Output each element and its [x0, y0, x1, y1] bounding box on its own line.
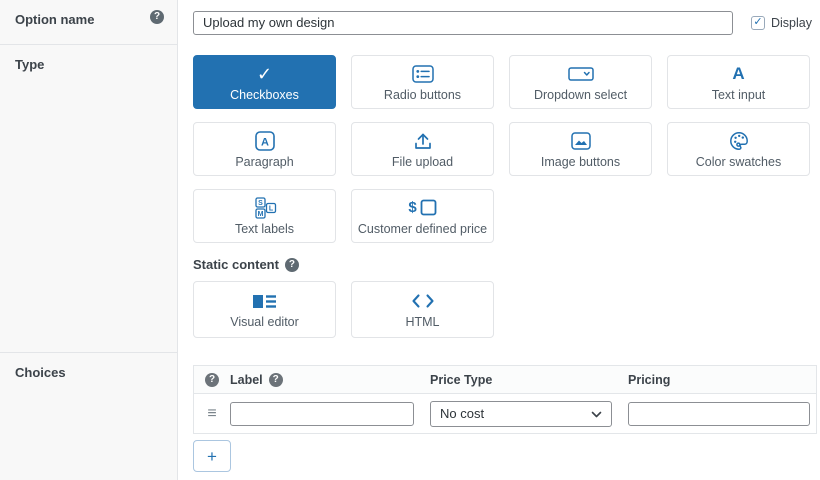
dollar-box-icon: $ [408, 197, 437, 219]
type-content: ✓ Checkboxes Radio buttons Dropdown sele… [178, 45, 820, 353]
letter-a-icon: A [732, 64, 745, 84]
tile-visual-editor[interactable]: Visual editor [193, 281, 336, 338]
tile-label: Radio buttons [383, 87, 462, 102]
tile-text-input[interactable]: A Text input [667, 55, 810, 109]
label-column-header: Label [230, 372, 263, 387]
choices-label-cell: Choices [0, 353, 178, 480]
price-type-column-header: Price Type [430, 372, 493, 387]
tile-label: File upload [391, 154, 454, 169]
tile-color-swatches[interactable]: Color swatches [667, 122, 810, 176]
choices-label: Choices [15, 365, 66, 380]
chevron-down-icon [591, 406, 602, 421]
option-name-help-icon[interactable]: ? [150, 10, 164, 24]
tile-checkboxes[interactable]: ✓ Checkboxes [193, 55, 336, 109]
code-brackets-icon [411, 290, 435, 312]
static-content-label: Static content ? [193, 257, 812, 272]
tile-image-buttons[interactable]: Image buttons [509, 122, 652, 176]
palette-icon [729, 130, 749, 152]
dropdown-icon [567, 63, 594, 85]
upload-icon [413, 130, 433, 152]
choices-row: Choices ? Label ? Price Type Pricing ≡ N… [0, 353, 820, 480]
type-label: Type [15, 57, 45, 72]
tile-file-upload[interactable]: File upload [351, 122, 494, 176]
option-name-content: ✓ Display [178, 0, 820, 45]
option-name-row: Option name ? ✓ Display [0, 0, 820, 45]
tile-label: HTML [405, 315, 440, 330]
radio-list-icon [411, 63, 434, 85]
image-icon [570, 130, 591, 152]
svg-text:L: L [268, 205, 273, 212]
option-name-label-cell: Option name ? [0, 0, 178, 45]
tile-label: Image buttons [540, 154, 621, 169]
svg-text:S: S [258, 200, 263, 207]
choices-content: ? Label ? Price Type Pricing ≡ No cost + [178, 353, 820, 480]
tile-label: Text labels [234, 221, 295, 236]
label-help-icon[interactable]: ? [268, 372, 283, 387]
tile-label: Checkboxes [230, 87, 299, 102]
option-name-label: Option name [15, 12, 95, 27]
static-tile-grid: Visual editor HTML [193, 281, 812, 338]
boxed-a-icon: A [254, 130, 275, 152]
tile-label: Text input [711, 87, 766, 102]
tile-label: Visual editor [230, 315, 299, 330]
choices-table: ? Label ? Price Type Pricing ≡ No cost [193, 365, 817, 434]
tile-html[interactable]: HTML [351, 281, 494, 338]
pricing-column-header: Pricing [628, 372, 671, 387]
price-type-selected-value: No cost [440, 406, 485, 421]
choice-label-input[interactable] [230, 401, 414, 426]
svg-text:A: A [261, 136, 269, 148]
svg-text:M: M [257, 211, 263, 218]
visual-editor-icon [252, 290, 278, 312]
option-name-input[interactable] [193, 10, 733, 35]
tile-label: Customer defined price [357, 221, 488, 236]
drag-handle-icon[interactable]: ≡ [207, 405, 216, 422]
tile-label: Color swatches [695, 154, 782, 169]
choices-table-header: ? Label ? Price Type Pricing [194, 366, 816, 394]
option-editor-form: Option name ? ✓ Display Type ✓ Checkboxe… [0, 0, 820, 480]
tile-paragraph[interactable]: A Paragraph [193, 122, 336, 176]
tile-label: Dropdown select [533, 87, 628, 102]
plus-icon: + [207, 446, 217, 466]
display-label: Display [771, 15, 812, 30]
tile-text-labels[interactable]: S M L Text labels [193, 189, 336, 243]
tile-dropdown-select[interactable]: Dropdown select [509, 55, 652, 109]
static-content-help-icon[interactable]: ? [284, 257, 299, 272]
checkmark-icon: ✓ [256, 63, 273, 84]
tile-radio-buttons[interactable]: Radio buttons [351, 55, 494, 109]
type-row: Type ✓ Checkboxes Radio buttons Dropdown… [0, 45, 820, 353]
check-icon: ✓ [753, 16, 763, 28]
add-choice-button[interactable]: + [193, 440, 231, 472]
type-tile-grid: ✓ Checkboxes Radio buttons Dropdown sele… [193, 55, 812, 243]
choice-row: ≡ No cost [194, 394, 816, 433]
display-checkbox[interactable]: ✓ [751, 15, 765, 30]
tile-label: Paragraph [235, 154, 294, 169]
price-type-select[interactable]: No cost [430, 400, 612, 427]
tile-customer-defined-price[interactable]: $ Customer defined price [351, 189, 494, 243]
size-labels-icon: S M L [253, 197, 277, 219]
pricing-input[interactable] [628, 401, 810, 426]
row-help-icon[interactable]: ? [205, 372, 219, 387]
type-label-cell: Type [0, 45, 178, 353]
